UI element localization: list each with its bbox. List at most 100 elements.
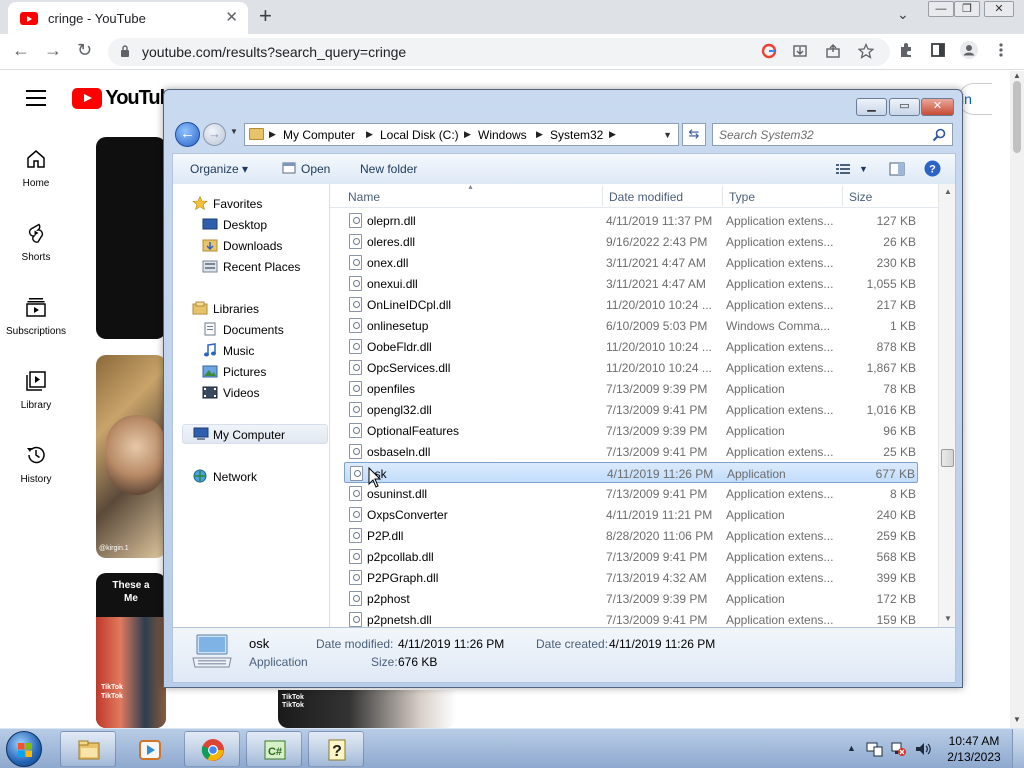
file-row[interactable]: OptionalFeatures 7/13/2009 9:39 PM Applica…	[344, 420, 918, 441]
view-options-chevron-icon[interactable]: ▼	[859, 164, 868, 174]
show-desktop-button[interactable]	[1012, 729, 1024, 768]
file-row[interactable]: OobeFldr.dll 11/20/2010 10:24 ... Applicat…	[344, 336, 918, 357]
guide-item-history[interactable]: History	[0, 444, 72, 485]
view-details-icon[interactable]	[835, 162, 851, 176]
open-button[interactable]: Open	[301, 162, 330, 176]
scroll-up-arrow-icon[interactable]: ▲	[944, 187, 952, 196]
explorer-maximize-button[interactable]: ▭	[889, 98, 920, 116]
taskbar-help-button[interactable]: ?	[308, 731, 364, 767]
scroll-up-arrow-icon[interactable]: ▲	[1013, 71, 1021, 80]
column-header-date-modified[interactable]: Date modified	[609, 190, 683, 204]
new-folder-button[interactable]: New folder	[360, 162, 417, 176]
file-row[interactable]: oleprn.dll 4/11/2019 11:37 PM Application …	[344, 210, 918, 231]
breadcrumb-separator-icon[interactable]: ▶	[464, 129, 471, 140]
file-row[interactable]: p2pcollab.dll 7/13/2009 9:41 PM Applicatio…	[344, 546, 918, 567]
explorer-minimize-button[interactable]: ▁	[856, 98, 887, 116]
sign-in-button[interactable]: in	[958, 83, 992, 115]
browser-tab[interactable]: cringe - YouTube ✕	[8, 2, 248, 34]
file-row[interactable]: onlinesetup 6/10/2009 5:03 PM Windows Comm…	[344, 315, 918, 336]
file-row[interactable]: onexui.dll 3/11/2021 4:47 AM Application e…	[344, 273, 918, 294]
explorer-back-button[interactable]: ←	[175, 122, 200, 147]
guide-item-library[interactable]: Library	[0, 370, 72, 411]
column-header-name[interactable]: Name	[348, 190, 380, 204]
guide-menu-icon[interactable]	[26, 90, 46, 106]
browser-restore-button[interactable]: ❐	[954, 1, 980, 17]
clock-date[interactable]: 2/13/2023	[946, 750, 1002, 764]
column-header-type[interactable]: Type	[729, 190, 755, 204]
scrollbar-thumb[interactable]	[941, 449, 954, 467]
breadcrumb-separator-icon[interactable]: ▶	[269, 129, 276, 140]
scroll-down-arrow-icon[interactable]: ▼	[944, 614, 952, 623]
file-row[interactable]: openfiles 7/13/2009 9:39 PM Application 78 …	[344, 378, 918, 399]
breadcrumb-windows[interactable]: Windows	[478, 128, 527, 142]
start-button[interactable]	[6, 731, 42, 767]
refresh-button[interactable]: ⇆	[682, 123, 706, 146]
breadcrumb-system32[interactable]: System32	[550, 128, 603, 142]
taskbar-csharp-button[interactable]: C#	[246, 731, 302, 767]
taskbar-media-player-button[interactable]	[121, 731, 177, 767]
preview-pane-icon[interactable]	[889, 162, 905, 176]
network-status-icon[interactable]	[889, 741, 907, 757]
file-row[interactable]: opengl32.dll 7/13/2009 9:41 PM Application…	[344, 399, 918, 420]
help-icon[interactable]: ?	[924, 160, 941, 177]
file-list-scrollbar[interactable]: ▲ ▼	[938, 184, 955, 627]
page-scrollbar[interactable]: ▲ ▼	[1010, 71, 1024, 728]
share-icon[interactable]	[825, 43, 841, 59]
breadcrumb-separator-icon[interactable]: ▶	[366, 129, 373, 140]
clock-time[interactable]: 10:47 AM	[946, 734, 1002, 748]
breadcrumb-my-computer[interactable]: My Computer	[283, 128, 355, 142]
recent-pages-chevron-icon[interactable]: ▼	[230, 127, 238, 136]
google-lens-icon[interactable]	[761, 43, 777, 59]
video-thumbnail[interactable]: TikTok TikTok	[278, 690, 456, 728]
organize-button[interactable]: Organize ▾	[190, 162, 248, 176]
file-row[interactable]: OxpsConverter 4/11/2019 11:21 PM Applicati…	[344, 504, 918, 525]
reload-button[interactable]: ↻	[77, 40, 92, 61]
file-row[interactable]: p2pnetsh.dll 7/13/2009 9:41 PM Application…	[344, 609, 918, 627]
breadcrumb-local-disk[interactable]: Local Disk (C:)	[380, 128, 459, 142]
guide-item-subscriptions[interactable]: Subscriptions	[0, 296, 72, 337]
file-row[interactable]: P2PGraph.dll 7/13/2019 4:32 AM Application…	[344, 567, 918, 588]
taskbar-explorer-button[interactable]	[60, 731, 116, 767]
show-hidden-icons-chevron-icon[interactable]: ▲	[847, 743, 856, 753]
address-bar[interactable]: youtube.com/results?search_query=cringe	[108, 38, 890, 66]
breadcrumb-separator-icon[interactable]: ▶	[536, 129, 543, 140]
file-row[interactable]: osk 4/11/2019 11:26 PM Application 677 KB	[344, 462, 918, 483]
taskbar-chrome-button[interactable]	[184, 731, 240, 767]
scroll-down-arrow-icon[interactable]: ▼	[1013, 715, 1021, 724]
explorer-close-button[interactable]: ✕	[921, 98, 954, 116]
forward-button[interactable]: →	[44, 40, 62, 61]
file-row[interactable]: onex.dll 3/11/2021 4:47 AM Application ext…	[344, 252, 918, 273]
video-thumbnail[interactable]: @kirgin.1	[96, 355, 166, 558]
browser-minimize-button[interactable]: —	[928, 1, 954, 17]
scrollbar-thumb[interactable]	[1013, 81, 1021, 153]
column-header-size[interactable]: Size	[849, 190, 872, 204]
bookmark-star-icon[interactable]	[858, 43, 874, 59]
browser-close-button[interactable]: ✕	[984, 1, 1014, 17]
file-row[interactable]: osbaseln.dll 7/13/2009 9:41 PM Application…	[344, 441, 918, 462]
extensions-icon[interactable]	[898, 42, 914, 58]
browser-menu-icon[interactable]	[998, 42, 1004, 58]
explorer-search-input[interactable]: Search System32	[712, 123, 953, 146]
search-icon[interactable]	[932, 128, 946, 142]
action-center-flag-icon[interactable]	[865, 741, 883, 757]
video-thumbnail[interactable]	[96, 137, 166, 339]
nav-my-computer[interactable]: My Computer	[182, 424, 328, 444]
guide-item-home[interactable]: Home	[0, 148, 72, 189]
address-history-chevron-icon[interactable]: ▼	[663, 130, 672, 140]
file-row[interactable]: p2phost 7/13/2009 9:39 PM Application 172 K…	[344, 588, 918, 609]
video-thumbnail[interactable]: These a Me TikTok TikTok	[96, 573, 166, 728]
guide-item-shorts[interactable]: Shorts	[0, 222, 72, 263]
profile-avatar-icon[interactable]	[960, 41, 978, 59]
back-button[interactable]: ←	[12, 40, 30, 61]
file-row[interactable]: OpcServices.dll 11/20/2010 10:24 ... Appli…	[344, 357, 918, 378]
file-row[interactable]: oleres.dll 9/16/2022 2:43 PM Application e…	[344, 231, 918, 252]
file-row[interactable]: OnLineIDCpl.dll 11/20/2010 10:24 ... Appli…	[344, 294, 918, 315]
tab-close-icon[interactable]: ✕	[225, 8, 238, 26]
breadcrumb-separator-icon[interactable]: ▶	[609, 129, 616, 140]
file-row[interactable]: P2P.dll 8/28/2020 11:06 PM Application ext…	[344, 525, 918, 546]
side-panel-icon[interactable]	[930, 42, 946, 58]
explorer-forward-button[interactable]: →	[203, 123, 226, 146]
volume-speaker-icon[interactable]	[914, 741, 932, 757]
tab-search-chevron-icon[interactable]: ⌄	[897, 6, 909, 23]
new-tab-button[interactable]: +	[259, 3, 272, 29]
